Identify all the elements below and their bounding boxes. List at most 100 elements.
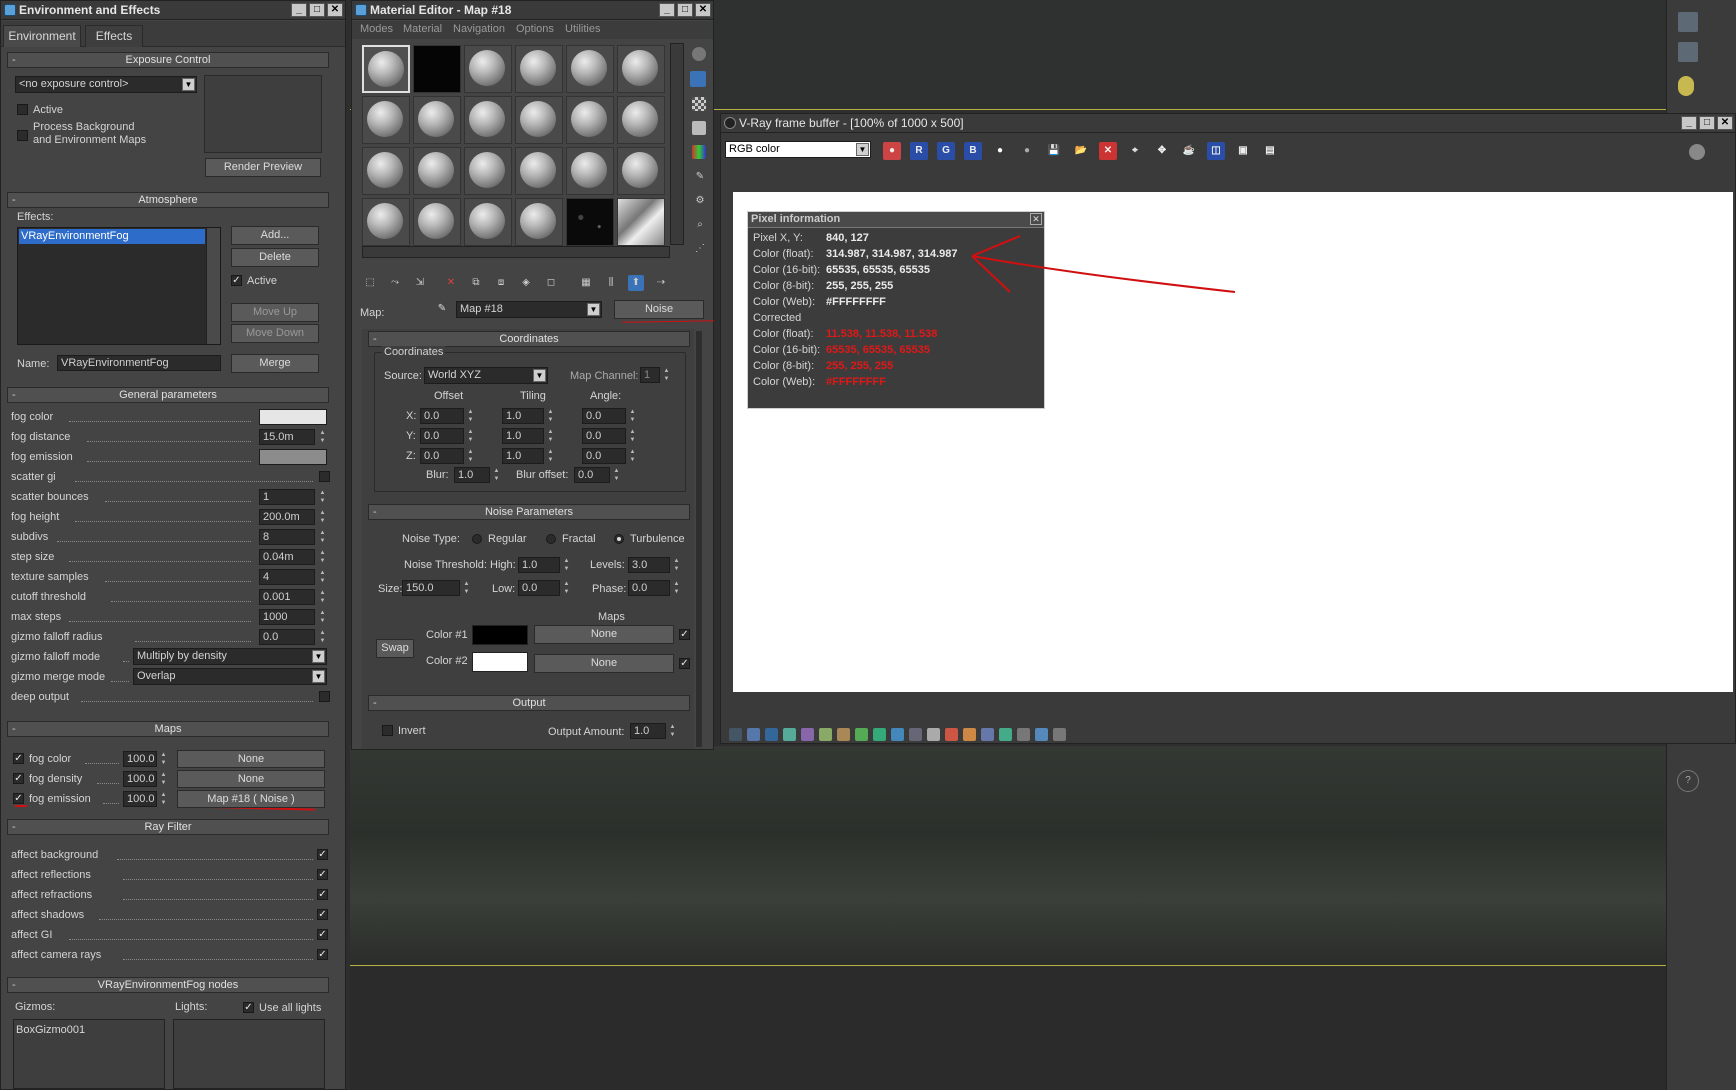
green-channel-icon[interactable]: G	[937, 142, 955, 160]
vfb-titlebar[interactable]: V-Ray frame buffer - [100% of 1000 x 500…	[721, 114, 1735, 133]
viewport-bottom[interactable]	[350, 746, 1666, 966]
vfb-tool-icon[interactable]	[981, 728, 994, 741]
color-channels-icon[interactable]: ●	[883, 142, 901, 160]
general-param-dropdown[interactable]: Overlap ▼	[133, 668, 327, 685]
stamp-icon[interactable]: ▤	[1261, 142, 1279, 160]
env-titlebar[interactable]: Environment and Effects _ □ ✕	[1, 1, 345, 20]
tab-environment[interactable]: Environment	[3, 25, 81, 47]
vfb-tool-icon[interactable]	[819, 728, 832, 741]
map-amount-field[interactable]: 100.0	[123, 771, 157, 787]
lut-icon[interactable]: ▣	[1234, 142, 1252, 160]
uv-tiling-icon[interactable]	[692, 121, 706, 135]
spinner-icon[interactable]: ▲ ▼	[546, 428, 555, 444]
eyedropper-icon[interactable]: ✎	[434, 301, 450, 317]
spinner-icon[interactable]: ▲ ▼	[628, 428, 637, 444]
general-param-field[interactable]: 0.04m	[259, 549, 315, 565]
open-icon[interactable]: 📂	[1072, 142, 1090, 160]
material-slot[interactable]	[515, 96, 563, 144]
backlight-icon[interactable]	[690, 71, 706, 87]
mat-titlebar[interactable]: Material Editor - Map #18 _ □ ✕	[352, 1, 713, 20]
angle-field[interactable]: 0.0	[582, 448, 626, 464]
noise-header[interactable]: - Noise Parameters	[368, 504, 690, 520]
blue-channel-icon[interactable]: B	[964, 142, 982, 160]
offset-field[interactable]: 0.0	[420, 428, 464, 444]
color2-map-checkbox[interactable]: ✓	[679, 658, 690, 669]
settings-icon[interactable]	[1689, 144, 1705, 160]
general-param-field[interactable]: 0.001	[259, 589, 315, 605]
vfb-tool-icon[interactable]	[1053, 728, 1066, 741]
blur-offset-field[interactable]: 0.0	[574, 467, 610, 483]
material-slot[interactable]	[413, 147, 461, 195]
ray-filter-checkbox[interactable]: ✓	[317, 869, 328, 880]
atmosphere-header[interactable]: - Atmosphere	[7, 192, 329, 208]
general-param-checkbox[interactable]	[319, 691, 330, 702]
spinner-icon[interactable]: ▲ ▼	[492, 467, 501, 483]
render-teapot-icon[interactable]: ☕	[1180, 142, 1198, 160]
angle-field[interactable]: 0.0	[582, 408, 626, 424]
general-param-field[interactable]: 0.0	[259, 629, 315, 645]
size-field[interactable]: 150.0	[402, 580, 460, 596]
spinner-icon[interactable]: ▲ ▼	[318, 609, 327, 625]
viewport-lower[interactable]	[350, 967, 1666, 1090]
ray-filter-checkbox[interactable]: ✓	[317, 949, 328, 960]
material-slot[interactable]	[617, 96, 665, 144]
video-color-icon[interactable]	[692, 145, 706, 159]
material-slot[interactable]	[464, 147, 512, 195]
menu-material[interactable]: Material	[403, 23, 442, 35]
map-amount-field[interactable]: 100.0	[123, 791, 157, 807]
general-param-field[interactable]: 8	[259, 529, 315, 545]
add-effect-button[interactable]: Add...	[231, 226, 319, 245]
channel-dropdown[interactable]: RGB color ▼	[725, 141, 871, 158]
blur-field[interactable]: 1.0	[454, 467, 490, 483]
go-sibling-icon[interactable]: ⇢	[653, 275, 669, 291]
spinner-icon[interactable]: ▲ ▼	[159, 791, 168, 807]
menu-navigation[interactable]: Navigation	[453, 23, 505, 35]
close-button[interactable]: ✕	[327, 3, 343, 17]
show-map-icon[interactable]: ▦	[578, 275, 594, 291]
map-enable-checkbox[interactable]: ✓	[13, 793, 24, 804]
material-slot[interactable]	[566, 45, 614, 93]
chevron-down-icon[interactable]: ▼	[312, 650, 325, 663]
menu-utilities[interactable]: Utilities	[565, 23, 600, 35]
vfb-tool-icon[interactable]	[927, 728, 940, 741]
region-icon[interactable]: ✥	[1153, 142, 1171, 160]
output-amount-field[interactable]: 1.0	[630, 723, 666, 739]
general-param-color-swatch[interactable]	[259, 449, 327, 465]
pixel-info-titlebar[interactable]: Pixel information ✕	[748, 212, 1044, 228]
vfb-tool-icon[interactable]	[1017, 728, 1030, 741]
help-icon[interactable]: ?	[1677, 770, 1699, 792]
spinner-icon[interactable]: ▲ ▼	[466, 428, 475, 444]
general-param-color-swatch[interactable]	[259, 409, 327, 425]
phase-field[interactable]: 0.0	[628, 580, 670, 596]
map-enable-checkbox[interactable]: ✓	[13, 753, 24, 764]
vfb-tool-icon[interactable]	[765, 728, 778, 741]
map-slot-button[interactable]: None	[177, 750, 325, 768]
general-params-header[interactable]: - General parameters	[7, 387, 329, 403]
material-slot[interactable]	[566, 147, 614, 195]
options-icon[interactable]: ⚙	[692, 193, 708, 209]
chevron-down-icon[interactable]: ▼	[182, 78, 195, 91]
general-param-dropdown[interactable]: Multiply by density ▼	[133, 648, 327, 665]
spinner-icon[interactable]: ▲ ▼	[672, 557, 681, 573]
menu-options[interactable]: Options	[516, 23, 554, 35]
spinner-icon[interactable]: ▲ ▼	[546, 448, 555, 464]
white-dot-icon[interactable]: ●	[991, 142, 1009, 160]
material-slot[interactable]	[617, 147, 665, 195]
gizmo-list-item[interactable]: BoxGizmo001	[14, 1020, 164, 1040]
vfb-tool-icon[interactable]	[855, 728, 868, 741]
minimize-button[interactable]: _	[291, 3, 307, 17]
material-slot[interactable]	[413, 198, 461, 246]
background-icon[interactable]	[692, 97, 706, 111]
general-param-field[interactable]: 1	[259, 489, 315, 505]
invert-checkbox[interactable]	[382, 725, 393, 736]
coords-header[interactable]: - Coordinates	[368, 331, 690, 347]
map-channel-field[interactable]: 1	[640, 367, 660, 383]
spinner-icon[interactable]: ▲ ▼	[159, 751, 168, 767]
source-dropdown[interactable]: World XYZ ▼	[424, 367, 548, 384]
tiling-field[interactable]: 1.0	[502, 448, 544, 464]
spinner-icon[interactable]: ▲ ▼	[318, 629, 327, 645]
vfb-tool-icon[interactable]	[873, 728, 886, 741]
vfb-tool-icon[interactable]	[801, 728, 814, 741]
delete-icon[interactable]: ✕	[443, 275, 459, 291]
spinner-icon[interactable]: ▲ ▼	[318, 429, 327, 445]
